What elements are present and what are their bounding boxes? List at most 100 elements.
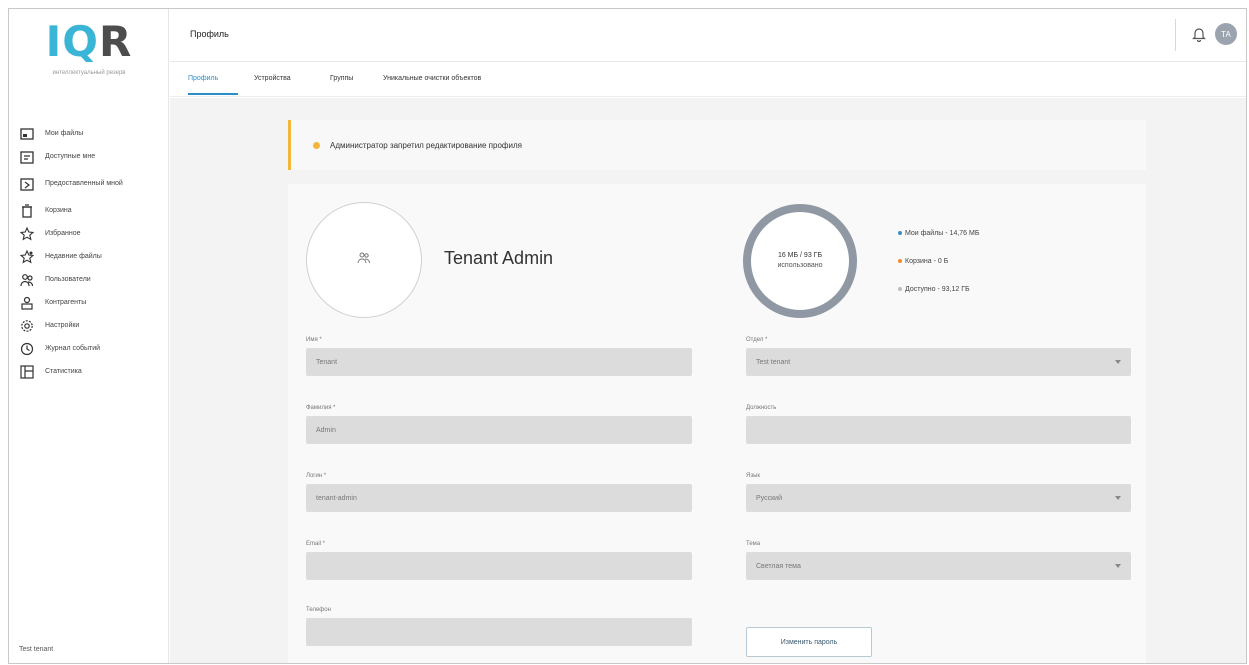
position-field[interactable] [746, 416, 1131, 444]
phone-label: Телефон [306, 607, 331, 613]
chevron-down-icon [1115, 564, 1121, 568]
legend-item-trash: Корзина - 0 Б [898, 256, 979, 266]
tab-groups[interactable]: Группы [330, 75, 353, 82]
chevron-down-icon [1115, 360, 1121, 364]
sidebar-nav: Мои файлы Доступные мне Предоставленный … [19, 122, 164, 383]
clock-icon [19, 341, 35, 357]
main-content: Администратор запретил редактирование пр… [170, 98, 1246, 663]
field-value: Test tenant [756, 358, 791, 366]
sidebar-item-recent-files[interactable]: Недавние файлы [19, 245, 164, 268]
trash-icon [19, 203, 35, 219]
field-value: Admin [316, 426, 336, 434]
contractors-icon [19, 295, 35, 311]
legend-label: Мои файлы - 14,76 МБ [905, 229, 980, 237]
tab-profile[interactable]: Профиль [188, 75, 218, 82]
sidebar-item-event-log[interactable]: Журнал событий [19, 337, 164, 360]
profile-card: Tenant Admin 16 МБ / 93 ГБ использовано … [288, 184, 1146, 663]
sidebar-item-label: Предоставленный мной [45, 180, 123, 187]
sidebar-item-label: Журнал событий [45, 345, 101, 352]
app-window: IQR интеллектуальный резерв Мои файлы До… [8, 8, 1247, 664]
logo-subtitle: интеллектуальный резерв [52, 70, 126, 76]
sidebar-item-provided-by-me[interactable]: Предоставленный мной [19, 168, 164, 199]
legend-dot [898, 259, 902, 263]
field-value: Русский [756, 494, 782, 502]
sidebar-item-contractors[interactable]: Контрагенты [19, 291, 164, 314]
sidebar-item-label: Пользователи [45, 276, 91, 283]
storage-caption: использовано [777, 262, 823, 269]
sidebar-item-label: Доступные мне [45, 153, 96, 160]
login-field[interactable]: tenant-admin [306, 484, 692, 512]
logo[interactable]: IQR интеллектуальный резерв [9, 19, 169, 77]
storage-legend: Мои файлы - 14,76 МБ Корзина - 0 Б Досту… [898, 228, 979, 312]
sidebar: IQR интеллектуальный резерв Мои файлы До… [9, 9, 169, 663]
legend-item-available: Доступно - 93,12 ГБ [898, 284, 979, 294]
legend-label: Корзина - 0 Б [905, 257, 949, 265]
statistics-icon [19, 364, 35, 380]
field-value: Светлая тема [756, 562, 801, 570]
sidebar-item-trash[interactable]: Корзина [19, 199, 164, 222]
field-value: tenant-admin [316, 494, 357, 502]
sidebar-item-label: Корзина [45, 207, 72, 214]
sidebar-item-users[interactable]: Пользователи [19, 268, 164, 291]
theme-select[interactable]: Светлая тема [746, 552, 1131, 580]
star-icon [19, 226, 35, 242]
theme-label: Тема [746, 541, 761, 547]
warning-dot-icon [313, 141, 320, 149]
notice-text: Администратор запретил редактирование пр… [330, 140, 522, 150]
logo-wordmark: IQR [45, 17, 133, 66]
sidebar-item-label: Настройки [45, 322, 80, 329]
legend-dot [898, 231, 902, 235]
sidebar-item-shared-with-me[interactable]: Доступные мне [19, 145, 164, 168]
sidebar-item-label: Недавние файлы [45, 253, 102, 260]
sidebar-item-favorites[interactable]: Избранное [19, 222, 164, 245]
position-label: Должность [746, 405, 777, 411]
sidebar-item-label: Избранное [45, 230, 81, 237]
users-icon [357, 251, 371, 269]
storage-usage-ring: 16 МБ / 93 ГБ использовано [743, 204, 857, 318]
user-avatar[interactable]: TA [1215, 23, 1237, 45]
provided-folder-icon [19, 176, 35, 192]
profile-avatar[interactable] [306, 202, 422, 318]
tab-devices[interactable]: Устройства [254, 75, 291, 82]
profile-name: Tenant Admin [444, 248, 554, 268]
language-label: Язык [746, 473, 761, 479]
active-tab-indicator [188, 93, 238, 95]
folder-icon [19, 126, 35, 142]
sidebar-item-my-files[interactable]: Мои файлы [19, 122, 164, 145]
tenant-name: Test tenant [19, 646, 54, 653]
top-header: Профиль TA [170, 9, 1246, 62]
chevron-down-icon [1115, 496, 1121, 500]
recent-star-icon [19, 249, 35, 265]
storage-used-text: 16 МБ / 93 ГБ [777, 252, 823, 259]
sidebar-item-label: Мои файлы [45, 130, 84, 137]
gear-icon [19, 318, 35, 334]
last-name-field[interactable]: Admin [306, 416, 692, 444]
language-select[interactable]: Русский [746, 484, 1131, 512]
phone-field[interactable] [306, 618, 692, 646]
legend-dot [898, 287, 902, 291]
bell-icon[interactable] [1192, 26, 1206, 43]
sidebar-item-label: Контрагенты [45, 299, 87, 306]
first-name-field[interactable]: Tenant [306, 348, 692, 376]
department-select[interactable]: Test tenant [746, 348, 1131, 376]
shared-folder-icon [19, 149, 35, 165]
legend-label: Доступно - 93,12 ГБ [905, 285, 970, 293]
department-label: Отдел * [746, 337, 768, 343]
sidebar-item-settings[interactable]: Настройки [19, 314, 164, 337]
page-title: Профиль [190, 29, 229, 39]
sidebar-item-statistics[interactable]: Статистика [19, 360, 164, 383]
profile-tabs: Профиль Устройства Группы Уникальные очи… [170, 63, 1246, 97]
sidebar-item-label: Статистика [45, 368, 82, 375]
tab-object-cleanup[interactable]: Уникальные очистки объектов [383, 75, 481, 82]
last-name-label: Фамилия * [306, 405, 336, 411]
header-divider [1175, 19, 1176, 51]
legend-item-my-files: Мои файлы - 14,76 МБ [898, 228, 979, 238]
first-name-label: Имя * [306, 337, 322, 343]
edit-disabled-notice: Администратор запретил редактирование пр… [288, 120, 1146, 170]
change-password-button[interactable]: Изменить пароль [746, 627, 872, 657]
login-label: Логин * [306, 473, 327, 479]
field-value: Tenant [316, 358, 338, 366]
email-field[interactable] [306, 552, 692, 580]
email-label: Email * [306, 541, 326, 547]
users-icon [19, 272, 35, 288]
